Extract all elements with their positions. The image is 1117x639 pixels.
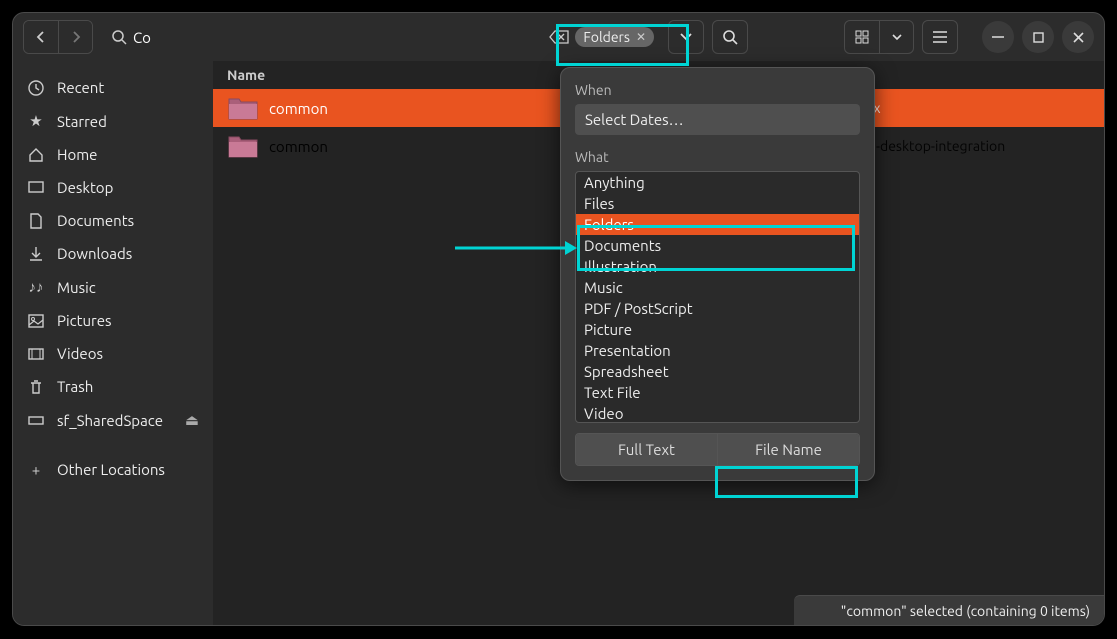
sidebar-item-music[interactable]: ♪♪ Music xyxy=(13,270,213,304)
hamburger-menu-button[interactable] xyxy=(922,20,958,54)
what-list-item[interactable]: Documents xyxy=(576,235,859,256)
view-mode-buttons xyxy=(844,20,914,54)
status-text: "common" selected (containing 0 items) xyxy=(841,603,1090,619)
grid-view-button[interactable] xyxy=(845,21,879,53)
full-text-button[interactable]: Full Text xyxy=(576,434,717,465)
sidebar-item-label: Home xyxy=(57,146,97,163)
sidebar-item-label: Downloads xyxy=(57,245,132,262)
what-list-item[interactable]: Files xyxy=(576,193,859,214)
file-manager-window: Co Folders ✕ Recent ★ Starred Home Deskto… xyxy=(12,12,1105,626)
close-icon[interactable]: ✕ xyxy=(636,30,646,44)
nav-buttons xyxy=(23,20,93,54)
forward-button[interactable] xyxy=(58,21,92,53)
search-filter-popover: When Select Dates… What AnythingFilesFol… xyxy=(560,67,875,481)
sidebar-item-shared[interactable]: sf_SharedSpace ⏏ xyxy=(13,403,213,437)
close-button[interactable] xyxy=(1062,21,1094,53)
what-label: What xyxy=(575,149,860,165)
drive-icon xyxy=(27,414,45,426)
filter-chip[interactable]: Folders ✕ xyxy=(575,27,654,47)
sidebar-item-documents[interactable]: Documents xyxy=(13,204,213,237)
filter-chip-label: Folders xyxy=(583,29,630,45)
sidebar-item-label: Music xyxy=(57,279,96,296)
trash-icon xyxy=(27,379,45,395)
sidebar-item-label: Recent xyxy=(57,79,104,96)
what-list-item[interactable]: Text File xyxy=(576,382,859,403)
sidebar-item-other-locations[interactable]: + Other Locations xyxy=(13,453,213,486)
when-label: When xyxy=(575,82,860,98)
sidebar-item-trash[interactable]: Trash xyxy=(13,370,213,403)
sidebar: Recent ★ Starred Home Desktop Documents D… xyxy=(13,61,213,625)
sidebar-item-label: Videos xyxy=(57,345,103,362)
status-bar: "common" selected (containing 0 items) xyxy=(794,595,1104,625)
search-icon xyxy=(111,29,127,45)
video-icon xyxy=(27,348,45,360)
back-button[interactable] xyxy=(24,21,58,53)
sidebar-item-home[interactable]: Home xyxy=(13,138,213,171)
what-list-item[interactable]: Spreadsheet xyxy=(576,361,859,382)
sidebar-item-label: sf_SharedSpace xyxy=(57,412,163,429)
eject-icon[interactable]: ⏏ xyxy=(185,411,199,429)
sidebar-item-label: Pictures xyxy=(57,312,112,329)
plus-icon: + xyxy=(27,461,45,478)
sidebar-item-videos[interactable]: Videos xyxy=(13,337,213,370)
what-list-item[interactable]: Illustration xyxy=(576,256,859,277)
what-list[interactable]: AnythingFilesFoldersDocumentsIllustratio… xyxy=(575,171,860,423)
sidebar-item-label: Documents xyxy=(57,212,134,229)
search-button[interactable] xyxy=(712,20,748,54)
filter-dropdown-button[interactable] xyxy=(668,20,704,54)
when-select[interactable]: Select Dates… xyxy=(575,104,860,135)
sidebar-item-label: Desktop xyxy=(57,179,113,196)
sidebar-item-desktop[interactable]: Desktop xyxy=(13,171,213,204)
toolbar: Co Folders ✕ xyxy=(13,13,1104,61)
sidebar-item-starred[interactable]: ★ Starred xyxy=(13,104,213,138)
minimize-button[interactable] xyxy=(982,21,1014,53)
music-icon: ♪♪ xyxy=(27,278,45,296)
what-list-item[interactable]: PDF / PostScript xyxy=(576,298,859,319)
filter-well: Folders ✕ xyxy=(543,24,660,50)
sidebar-item-downloads[interactable]: Downloads xyxy=(13,237,213,270)
search-field[interactable]: Co xyxy=(101,20,535,54)
sidebar-item-recent[interactable]: Recent xyxy=(13,71,213,104)
what-list-item[interactable]: Music xyxy=(576,277,859,298)
body-area: Recent ★ Starred Home Desktop Documents D… xyxy=(13,61,1104,625)
file-name-button[interactable]: File Name xyxy=(717,434,859,465)
search-mode-segment: Full Text File Name xyxy=(575,433,860,466)
backspace-icon[interactable] xyxy=(549,30,569,44)
star-icon: ★ xyxy=(27,112,45,130)
what-list-item[interactable]: Presentation xyxy=(576,340,859,361)
picture-icon xyxy=(27,314,45,328)
what-list-item[interactable]: Anything xyxy=(576,172,859,193)
desktop-icon xyxy=(27,181,45,195)
clock-icon xyxy=(27,80,45,96)
folder-icon xyxy=(227,95,259,121)
sidebar-item-pictures[interactable]: Pictures xyxy=(13,304,213,337)
search-input-value: Co xyxy=(133,29,151,46)
maximize-button[interactable] xyxy=(1022,21,1054,53)
sidebar-item-label: Other Locations xyxy=(57,461,165,478)
sidebar-item-label: Starred xyxy=(57,113,107,130)
view-dropdown-button[interactable] xyxy=(879,21,913,53)
download-icon xyxy=(27,246,45,262)
doc-icon xyxy=(27,213,45,229)
folder-icon xyxy=(227,133,259,159)
what-list-item[interactable]: Picture xyxy=(576,319,859,340)
sidebar-item-label: Trash xyxy=(57,378,93,395)
what-list-item[interactable]: Folders xyxy=(576,214,859,235)
what-list-item[interactable]: Video xyxy=(576,403,859,423)
home-icon xyxy=(27,147,45,163)
